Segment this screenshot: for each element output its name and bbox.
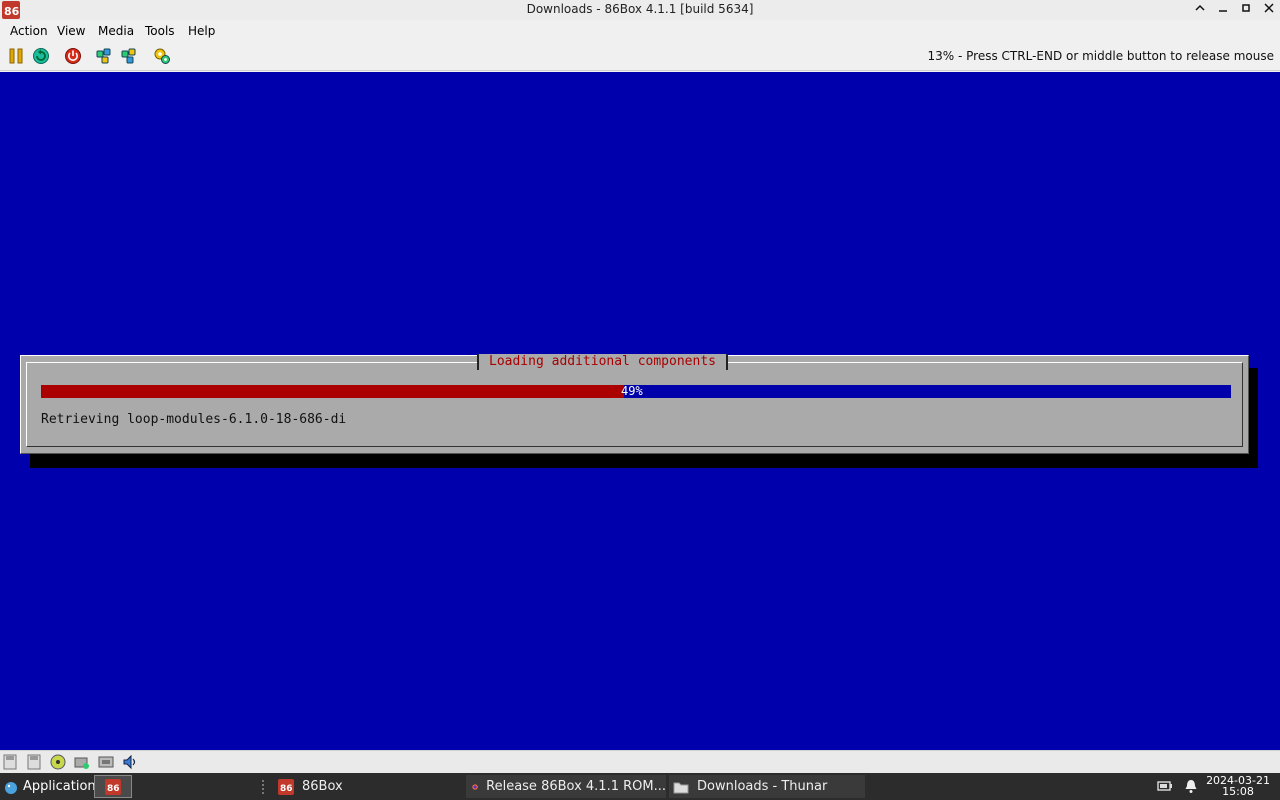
status-bar bbox=[0, 750, 1280, 774]
battery-icon[interactable] bbox=[1157, 778, 1173, 794]
pause-icon[interactable] bbox=[7, 47, 25, 65]
applications-menu[interactable]: Applications bbox=[0, 773, 102, 800]
separator-handle bbox=[262, 779, 268, 794]
firefox-icon bbox=[472, 783, 478, 790]
mouse-capture-status: 13% - Press CTRL-END or middle button to… bbox=[927, 49, 1274, 63]
task-thunar[interactable]: Downloads - Thunar bbox=[669, 775, 865, 798]
task-label: Downloads - Thunar bbox=[697, 779, 828, 794]
folder-icon bbox=[673, 782, 689, 793]
86box-icon: 86 bbox=[278, 778, 294, 795]
86box-icon: 86 bbox=[105, 779, 121, 795]
ctrl-alt-esc-icon[interactable] bbox=[121, 47, 139, 65]
floppy-drive-2-icon[interactable] bbox=[26, 754, 42, 770]
applications-label: Applications bbox=[23, 779, 103, 794]
progress-percent: 49% bbox=[621, 384, 643, 398]
window-title: Downloads - 86Box 4.1.1 [build 5634] bbox=[526, 2, 754, 16]
menu-help[interactable]: Help bbox=[188, 24, 215, 38]
close-icon bbox=[1264, 3, 1274, 13]
progress-message: Retrieving loop-modules-6.1.0-18-686-di bbox=[41, 412, 347, 427]
title-bar: 86 Downloads - 86Box 4.1.1 [build 5634] bbox=[0, 0, 1280, 20]
minimize-icon bbox=[1219, 10, 1227, 12]
xfce-mouse-icon bbox=[5, 781, 17, 794]
svg-text:86: 86 bbox=[280, 784, 293, 794]
installer-progress-dialog: Loading additional components 49% Retrie… bbox=[20, 354, 1249, 454]
clock[interactable]: 2024-03-21 15:08 bbox=[1206, 775, 1270, 797]
maximize-button[interactable] bbox=[1236, 1, 1256, 19]
settings-icon[interactable] bbox=[153, 47, 171, 65]
toolbar: 13% - Press CTRL-END or middle button to… bbox=[0, 42, 1280, 71]
task-label: Release 86Box 4.1.1 ROM... bbox=[486, 779, 666, 794]
sound-icon[interactable] bbox=[122, 754, 138, 770]
reset-icon[interactable] bbox=[32, 47, 50, 65]
task-86box[interactable]: 86 86Box bbox=[262, 775, 462, 798]
ctrl-alt-del-icon[interactable] bbox=[96, 47, 114, 65]
hard-disk-icon[interactable] bbox=[74, 754, 90, 770]
progress-bar: 49% bbox=[41, 384, 1231, 398]
taskbar: Applications 86 86 86Box Release 86Box 4… bbox=[0, 773, 1280, 800]
floppy-drive-1-icon[interactable] bbox=[2, 754, 18, 770]
emulator-screen[interactable]: Loading additional components 49% Retrie… bbox=[0, 72, 1280, 750]
menu-bar: Action View Media Tools Help bbox=[0, 20, 1280, 42]
menu-action[interactable]: Action bbox=[10, 24, 48, 38]
cdrom-icon[interactable] bbox=[50, 754, 66, 770]
task-label: 86Box bbox=[302, 779, 343, 794]
chevron-up-icon bbox=[1195, 4, 1205, 11]
menu-tools[interactable]: Tools bbox=[145, 24, 175, 38]
network-icon[interactable] bbox=[98, 754, 114, 770]
shade-button[interactable] bbox=[1190, 1, 1210, 19]
progress-fill bbox=[41, 385, 625, 398]
notification-bell-icon[interactable] bbox=[1183, 778, 1199, 794]
power-icon[interactable] bbox=[64, 47, 82, 65]
minimize-button[interactable] bbox=[1213, 1, 1233, 19]
svg-text:86: 86 bbox=[107, 784, 120, 794]
menu-view[interactable]: View bbox=[57, 24, 85, 38]
maximize-icon bbox=[1242, 4, 1250, 12]
task-firefox[interactable]: Release 86Box 4.1.1 ROM... bbox=[466, 775, 666, 798]
dialog-frame bbox=[26, 362, 1243, 447]
menu-media[interactable]: Media bbox=[98, 24, 134, 38]
clock-time: 15:08 bbox=[1222, 785, 1254, 798]
close-button[interactable] bbox=[1259, 1, 1279, 19]
active-window-button[interactable]: 86 bbox=[94, 775, 132, 798]
dialog-title: Loading additional components bbox=[477, 354, 728, 370]
